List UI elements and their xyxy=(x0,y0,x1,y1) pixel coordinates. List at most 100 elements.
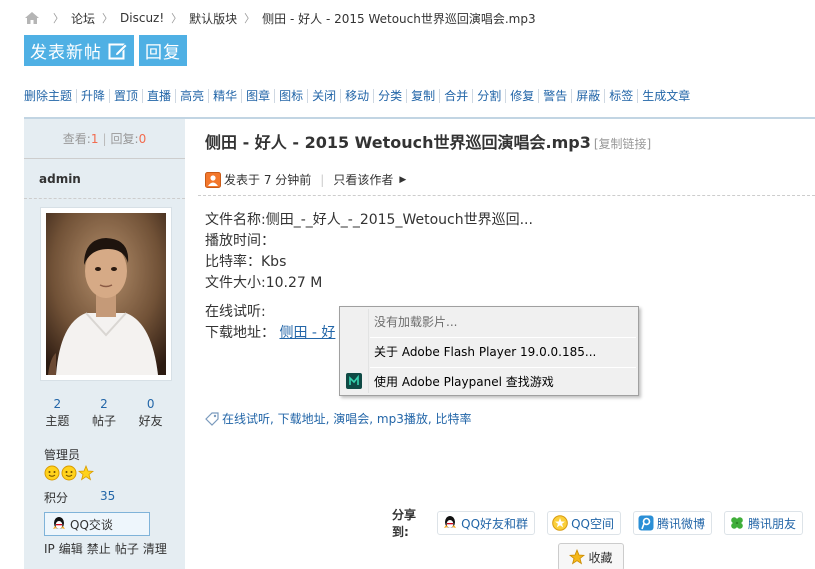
avatar[interactable] xyxy=(40,207,172,381)
admin-link-ban[interactable]: 禁止 xyxy=(87,542,111,556)
admin-link-ip[interactable]: IP xyxy=(44,542,55,556)
share-qq-friends-button[interactable]: QQ好友和群 xyxy=(437,511,536,535)
avatar-photo xyxy=(46,213,166,375)
new-thread-button[interactable]: 发表新帖 xyxy=(24,35,134,66)
file-size: 文件大小:10.27 M xyxy=(205,275,323,291)
share-target-label: 腾讯朋友 xyxy=(747,516,796,531)
thread-title-text: 侧田 - 好人 - 2015 Wetouch世界巡回演唱会.mp3 xyxy=(205,133,591,152)
mod-action-16[interactable]: 屏蔽 xyxy=(571,89,604,103)
admin-links: IP 编辑 禁止 帖子 清理 xyxy=(44,540,171,557)
reply-button[interactable]: 回复 xyxy=(139,35,187,66)
user-points: 积分 35 xyxy=(44,489,115,506)
share-bar: 分享到: QQ好友和群 QQ空间 腾讯微博 腾讯朋友 xyxy=(392,506,815,540)
menu-separator xyxy=(370,337,636,338)
sun-icon xyxy=(44,465,60,481)
tag-list[interactable]: 在线试听, 下载地址, 演唱会, mp3播放, 比特率 xyxy=(222,410,471,427)
rank-icons xyxy=(44,465,94,481)
breadcrumb-separator: 〉 xyxy=(102,12,114,25)
mod-action-1[interactable]: 升降 xyxy=(76,89,109,103)
mod-action-5[interactable]: 精华 xyxy=(208,89,241,103)
qq-penguin-icon xyxy=(53,517,65,529)
stat-label: 好友 xyxy=(138,414,163,428)
breadcrumb-discuz[interactable]: Discuz! xyxy=(120,11,164,25)
home-icon[interactable] xyxy=(24,11,40,25)
mod-action-4[interactable]: 高亮 xyxy=(175,89,208,103)
views-label: 查看: xyxy=(62,132,91,146)
qq-chat-button[interactable]: QQ交谈 xyxy=(44,512,150,536)
qzone-star-icon xyxy=(552,515,568,531)
new-thread-label: 发表新帖 xyxy=(30,43,102,63)
mod-action-14[interactable]: 修复 xyxy=(505,89,538,103)
share-target-label: 腾讯微博 xyxy=(656,516,705,531)
points-value[interactable]: 35 xyxy=(100,489,115,506)
user-counts: 2 主题 2 帖子 0 好友 xyxy=(34,396,174,430)
breadcrumb-separator: 〉 xyxy=(244,12,256,25)
stat-number: 0 xyxy=(146,397,155,411)
share-qzone-button[interactable]: QQ空间 xyxy=(547,511,621,535)
menu-item-about-flash[interactable]: 关于 Adobe Flash Player 19.0.0.185... xyxy=(342,339,636,363)
clover-icon xyxy=(731,517,743,529)
file-name: 文件名称:侧田_-_好人_-_2015_Wetouch世界巡回... xyxy=(205,212,533,228)
points-label: 积分 xyxy=(44,491,69,505)
mod-action-11[interactable]: 复制 xyxy=(406,89,439,103)
views-count: 1 xyxy=(90,131,99,146)
mod-action-2[interactable]: 置顶 xyxy=(109,89,142,103)
share-label: 分享到: xyxy=(392,508,417,539)
sun-icon xyxy=(61,465,77,481)
breadcrumb-forum[interactable]: 论坛 xyxy=(71,10,95,27)
mod-action-10[interactable]: 分类 xyxy=(373,89,406,103)
admin-link-posts[interactable]: 帖子 xyxy=(115,542,139,556)
thread-title: 侧田 - 好人 - 2015 Wetouch世界巡回演唱会.mp3 [复制链接] xyxy=(205,129,651,153)
mod-action-9[interactable]: 移动 xyxy=(340,89,373,103)
admin-link-clean[interactable]: 清理 xyxy=(143,542,167,556)
user-stat-friends[interactable]: 0 好友 xyxy=(139,396,163,430)
stat-number: 2 xyxy=(53,397,62,411)
mod-action-3[interactable]: 直播 xyxy=(142,89,175,103)
mod-action-13[interactable]: 分割 xyxy=(472,89,505,103)
tag-icon xyxy=(205,411,219,426)
reply-label: 回复 xyxy=(145,43,181,63)
mod-action-7[interactable]: 图标 xyxy=(274,89,307,103)
online-status-icon xyxy=(205,171,221,188)
user-group[interactable]: 管理员 xyxy=(44,446,80,463)
admin-link-edit[interactable]: 编辑 xyxy=(59,542,83,556)
author-name[interactable]: admin xyxy=(24,159,185,199)
menu-item-playpanel[interactable]: 使用 Adobe Playpanel 查找游戏 xyxy=(342,369,636,393)
post-tags: 在线试听, 下载地址, 演唱会, mp3播放, 比特率 xyxy=(205,410,471,427)
user-stat-posts[interactable]: 2 帖子 xyxy=(92,396,116,430)
mod-action-15[interactable]: 警告 xyxy=(538,89,571,103)
mod-action-18[interactable]: 生成文章 xyxy=(637,89,694,103)
star-icon xyxy=(569,549,586,565)
post-meta: 发表于 7 分钟前 | 只看该作者 ▶ xyxy=(205,171,406,188)
favorite-label: 收藏 xyxy=(588,550,613,565)
favorite-button[interactable]: 收藏 xyxy=(558,543,624,569)
post-sidebar: 查看: 1 | 回复: 0 admin 2 主题 2 帖子 0 好友 管理员 积… xyxy=(24,117,185,569)
mod-action-6[interactable]: 图章 xyxy=(241,89,274,103)
replies-count: 0 xyxy=(138,131,147,146)
stats-divider: | xyxy=(102,131,107,146)
menu-item-no-movie: 没有加载影片... xyxy=(374,314,458,329)
mod-action-0[interactable]: 删除主题 xyxy=(24,89,76,103)
breadcrumb-thread[interactable]: 侧田 - 好人 - 2015 Wetouch世界巡回演唱会.mp3 xyxy=(262,10,535,27)
user-stat-threads[interactable]: 2 主题 xyxy=(45,396,69,430)
breadcrumb-separator: 〉 xyxy=(53,12,64,25)
share-tencent-friends-button[interactable]: 腾讯朋友 xyxy=(723,511,803,535)
stat-number: 2 xyxy=(100,397,108,411)
mod-action-17[interactable]: 标签 xyxy=(604,89,637,103)
breadcrumb-default-board[interactable]: 默认版块 xyxy=(189,10,237,27)
share-tencent-weibo-button[interactable]: 腾讯微博 xyxy=(632,511,712,535)
copy-link[interactable]: [复制链接] xyxy=(594,137,651,151)
qq-chat-label: QQ交谈 xyxy=(70,517,113,532)
meta-divider-line xyxy=(198,195,815,196)
only-author-link[interactable]: 只看该作者 xyxy=(333,171,393,188)
download-label: 下载地址： xyxy=(205,325,275,341)
breadcrumb-separator: 〉 xyxy=(171,12,183,25)
mod-action-12[interactable]: 合并 xyxy=(439,89,472,103)
edit-icon xyxy=(108,42,128,59)
file-duration: 播放时间： xyxy=(205,233,275,249)
share-target-label: QQ空间 xyxy=(571,516,614,531)
download-link[interactable]: 侧田 - 好 xyxy=(279,325,335,341)
mod-action-8[interactable]: 关闭 xyxy=(307,89,340,103)
stat-label: 主题 xyxy=(45,414,70,428)
post-time: 发表于 7 分钟前 xyxy=(224,173,312,187)
